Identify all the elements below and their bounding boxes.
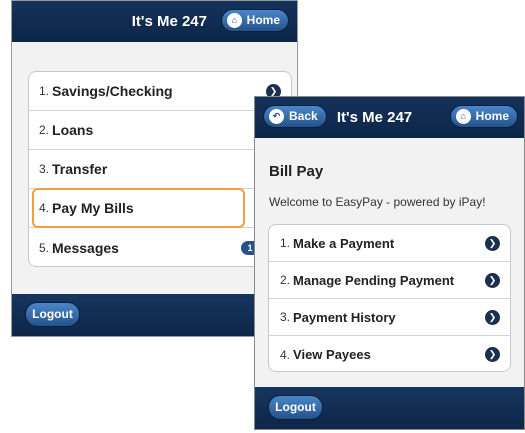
chevron-right-icon: ❯	[485, 309, 500, 325]
menu-item-label: Payment History	[293, 309, 396, 325]
menu-item-manage-pending-payment[interactable]: 2. Manage Pending Payment ❯	[269, 262, 510, 299]
menu-item-number: 2.	[39, 123, 50, 137]
menu-item-payment-history[interactable]: 3. Payment History ❯	[269, 299, 510, 336]
menu-item-label: Loans	[52, 122, 94, 138]
menu-item-number: 5.	[39, 240, 50, 255]
logout-button[interactable]: Logout	[25, 302, 80, 327]
main-menu-list: 1. Savings/Checking ❯ 2. Loans 3. Transf…	[28, 71, 292, 267]
highlight-outline	[32, 188, 245, 228]
home-icon: ⌂	[455, 109, 471, 124]
home-icon: ⌂	[226, 13, 242, 28]
page-title: Bill Pay	[269, 163, 324, 180]
app-title: It's Me 247	[131, 13, 207, 30]
menu-item-label: Transfer	[52, 161, 108, 177]
bill-pay-screen: ↶ Back It's Me 247 ⌂ Home Bill Pay Welco…	[254, 96, 525, 430]
bill-pay-menu-list: 1. Make a Payment ❯ 2. Manage Pending Pa…	[268, 224, 511, 372]
menu-item-number: 3.	[39, 162, 50, 176]
menu-item-label: Manage Pending Payment	[293, 272, 455, 288]
menu-item-make-payment[interactable]: 1. Make a Payment ❯	[269, 225, 510, 262]
menu-item-number: 2.	[280, 273, 291, 287]
chevron-right-icon: ❯	[485, 235, 500, 251]
logout-button[interactable]: Logout	[268, 395, 323, 420]
header-bar: ↶ Back It's Me 247 ⌂ Home	[255, 97, 524, 138]
menu-item-view-payees[interactable]: 4. View Payees ❯	[269, 336, 510, 371]
footer-bar: Logout	[255, 387, 524, 429]
menu-item-label: Savings/Checking	[52, 83, 173, 99]
home-button-label: Home	[475, 109, 509, 123]
menu-item-transfer[interactable]: 3. Transfer	[29, 150, 291, 189]
menu-item-label: Messages	[52, 239, 119, 256]
menu-item-messages[interactable]: 5. Messages 1 unread	[29, 228, 291, 266]
home-button[interactable]: ⌂ Home	[220, 9, 289, 32]
menu-item-number: 1.	[39, 84, 50, 98]
home-button-label: Home	[246, 13, 280, 27]
menu-item-savings-checking[interactable]: 1. Savings/Checking ❯	[29, 72, 291, 111]
welcome-text: Welcome to EasyPay - powered by iPay!	[269, 195, 486, 209]
menu-item-label: View Payees	[293, 347, 371, 362]
menu-item-loans[interactable]: 2. Loans	[29, 111, 291, 150]
header-bar: It's Me 247 ⌂ Home	[12, 1, 297, 42]
menu-item-number: 4.	[280, 347, 291, 362]
menu-item-number: 3.	[280, 310, 291, 324]
home-button[interactable]: ⌂ Home	[449, 105, 518, 128]
menu-item-number: 1.	[280, 236, 291, 250]
chevron-right-icon: ❯	[485, 347, 500, 362]
menu-item-label: Make a Payment	[293, 235, 395, 251]
chevron-right-icon: ❯	[485, 272, 500, 288]
